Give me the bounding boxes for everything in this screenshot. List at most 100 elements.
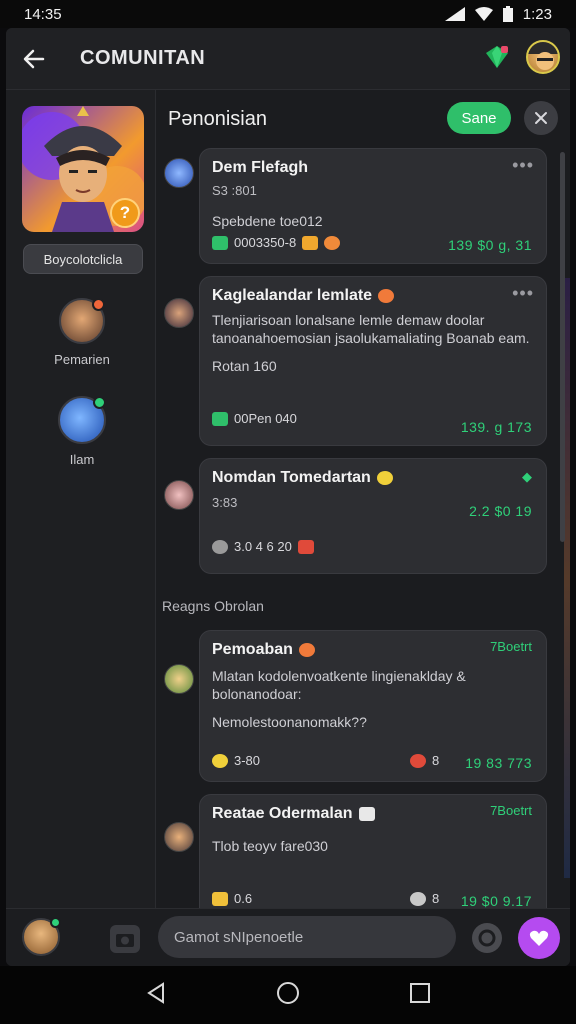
comment-row[interactable]: 8 xyxy=(410,891,439,906)
hero-card-image[interactable]: ? xyxy=(22,106,144,232)
sidebar-user-2[interactable]: Ilam xyxy=(42,396,122,467)
status-time: 14:35 xyxy=(24,5,62,23)
more-options-icon[interactable]: ••• xyxy=(512,283,534,304)
heart-icon xyxy=(410,753,426,768)
post-title-row: Kaglealandar lemlate xyxy=(212,287,534,305)
triangle-back-icon xyxy=(146,981,164,1004)
badge-icon xyxy=(378,289,395,303)
post-title: Pemoaban xyxy=(212,641,293,658)
status-bar: 14:35 1:23 xyxy=(0,0,576,28)
avatar xyxy=(58,396,106,444)
post-title-row: Nomdan Tomedartan xyxy=(212,469,534,487)
badge-icon: ◆ xyxy=(522,469,532,484)
profile-avatar[interactable] xyxy=(526,40,560,74)
post-card[interactable]: Pemoaban 7Boetrt Mlatan kodolenvoatkente… xyxy=(199,630,547,782)
sidebar-user-name: Pemarien xyxy=(54,352,110,367)
emoji-icon xyxy=(297,539,314,554)
post-stat: 139 $0 g, 31 xyxy=(448,237,532,253)
post-tag: 7Boetrt xyxy=(490,639,532,654)
my-avatar[interactable] xyxy=(22,917,61,956)
post-title: Reatae Odermalan xyxy=(212,805,353,822)
more-options-icon[interactable]: ••• xyxy=(512,155,534,176)
post-meta: S3 :801 xyxy=(212,183,257,198)
post-card[interactable]: Kaglealandar lemlate ••• Tlenjiarisoan l… xyxy=(199,276,547,446)
avatar[interactable] xyxy=(164,158,194,188)
comment-row[interactable]: 8 xyxy=(410,753,439,768)
section-label: Reagns Obrolan xyxy=(162,598,264,614)
message-input[interactable] xyxy=(158,916,456,958)
wifi-icon xyxy=(474,7,493,21)
thumb-icon xyxy=(212,891,228,906)
post-card[interactable]: Dem Flefagh S3 :801 ••• Spebdene toe012 … xyxy=(199,148,547,264)
avatar xyxy=(59,298,105,344)
post-stat: 2.2 $0 19 xyxy=(469,503,532,519)
edit-icon xyxy=(358,807,375,821)
post-text: Mlatan kodolenvoatkente lingienaklday & … xyxy=(212,668,466,703)
post-title: Dem Flefagh xyxy=(212,159,309,176)
post-feed[interactable]: Dem Flefagh S3 :801 ••• Spebdene toe012 … xyxy=(156,148,570,922)
avatar[interactable] xyxy=(164,480,194,510)
sticker-button[interactable] xyxy=(472,923,502,953)
emoji-icon xyxy=(212,411,228,426)
reaction-row[interactable]: 0003350-8 xyxy=(212,235,341,250)
main-title: Pənonisian xyxy=(168,107,267,130)
avatar[interactable] xyxy=(164,822,194,852)
like-row[interactable]: 0.6 xyxy=(212,891,252,906)
badge-icon xyxy=(298,643,315,657)
post-sub: Nemolestoonanomakk?? xyxy=(212,714,367,731)
reaction-row[interactable]: 00Pen 040 xyxy=(212,411,297,426)
gear-icon xyxy=(478,929,496,947)
thumb-icon xyxy=(212,753,228,768)
back-button[interactable] xyxy=(6,28,62,90)
like-row[interactable]: 3-80 xyxy=(212,753,260,768)
online-dot xyxy=(50,917,61,928)
post-title: Nomdan Tomedartan xyxy=(212,469,371,486)
sidebar: ? Boycolotclicla Pemarien Ilam xyxy=(6,90,156,908)
post-card[interactable]: Reatae Odermalan 7Boetrt Tlob teoyv fare… xyxy=(199,794,547,922)
signal-icon xyxy=(444,7,465,21)
notification-dot xyxy=(92,298,105,311)
reaction-row[interactable]: 3.0 4 6 20 xyxy=(212,539,314,554)
nav-home-button[interactable] xyxy=(276,981,300,1010)
arrow-left-icon xyxy=(23,49,45,68)
close-icon xyxy=(535,112,547,124)
gem-icon[interactable] xyxy=(484,44,510,70)
post-card[interactable]: Nomdan Tomedartan ◆ 3:83 2.2 $0 19 3.0 4… xyxy=(199,458,547,574)
like-count: 0.6 xyxy=(234,891,253,906)
post-stat: 139. g 173 xyxy=(460,419,532,435)
feed-scrollbar[interactable] xyxy=(560,152,565,542)
top-header: COMUNITAN xyxy=(6,28,570,90)
reaction-text: 3.0 4 6 20 xyxy=(234,539,292,554)
square-recents-icon xyxy=(410,982,431,1003)
like-count: 3-80 xyxy=(234,753,261,768)
reaction-text: 00Pen 040 xyxy=(234,411,297,426)
send-button[interactable] xyxy=(518,917,560,959)
hero-badge-icon: ? xyxy=(110,198,140,228)
comment-count: 8 xyxy=(432,891,440,906)
sidebar-user-name: Ilam xyxy=(69,452,95,467)
emoji-icon xyxy=(212,235,228,250)
camera-button[interactable] xyxy=(110,925,140,953)
post-sub: Rotan 160 xyxy=(212,358,277,375)
close-button[interactable] xyxy=(524,101,558,135)
coin-icon xyxy=(410,891,426,906)
post-title-row: Pemoaban xyxy=(212,641,534,659)
emoji-icon xyxy=(324,235,341,250)
avatar[interactable] xyxy=(164,664,194,694)
nav-recents-button[interactable] xyxy=(409,982,431,1009)
post-text: Tlenjiarisoan lonalsane lemle demaw dool… xyxy=(212,312,530,347)
sidebar-user-1[interactable]: Pemarien xyxy=(42,298,122,367)
emoji-icon xyxy=(302,235,319,250)
heart-icon xyxy=(529,930,549,946)
main-header: Pənonisian Sane xyxy=(156,90,570,148)
avatar[interactable] xyxy=(164,298,194,328)
post-tag: 7Boetrt xyxy=(490,803,532,818)
post-text: Tlob teoyv fare030 xyxy=(212,838,328,854)
app-window: COMUNITAN ? Boycolotclicla Pemarien Ilam… xyxy=(6,28,570,966)
post-stat: 19 $0 9.17 xyxy=(460,893,532,909)
save-button[interactable]: Sane xyxy=(447,102,511,134)
nav-back-button[interactable] xyxy=(145,981,167,1009)
status-time-right: 1:23 xyxy=(522,5,552,23)
circle-home-icon xyxy=(276,981,299,1004)
hero-tag-button[interactable]: Boycolotclicla xyxy=(23,244,143,274)
